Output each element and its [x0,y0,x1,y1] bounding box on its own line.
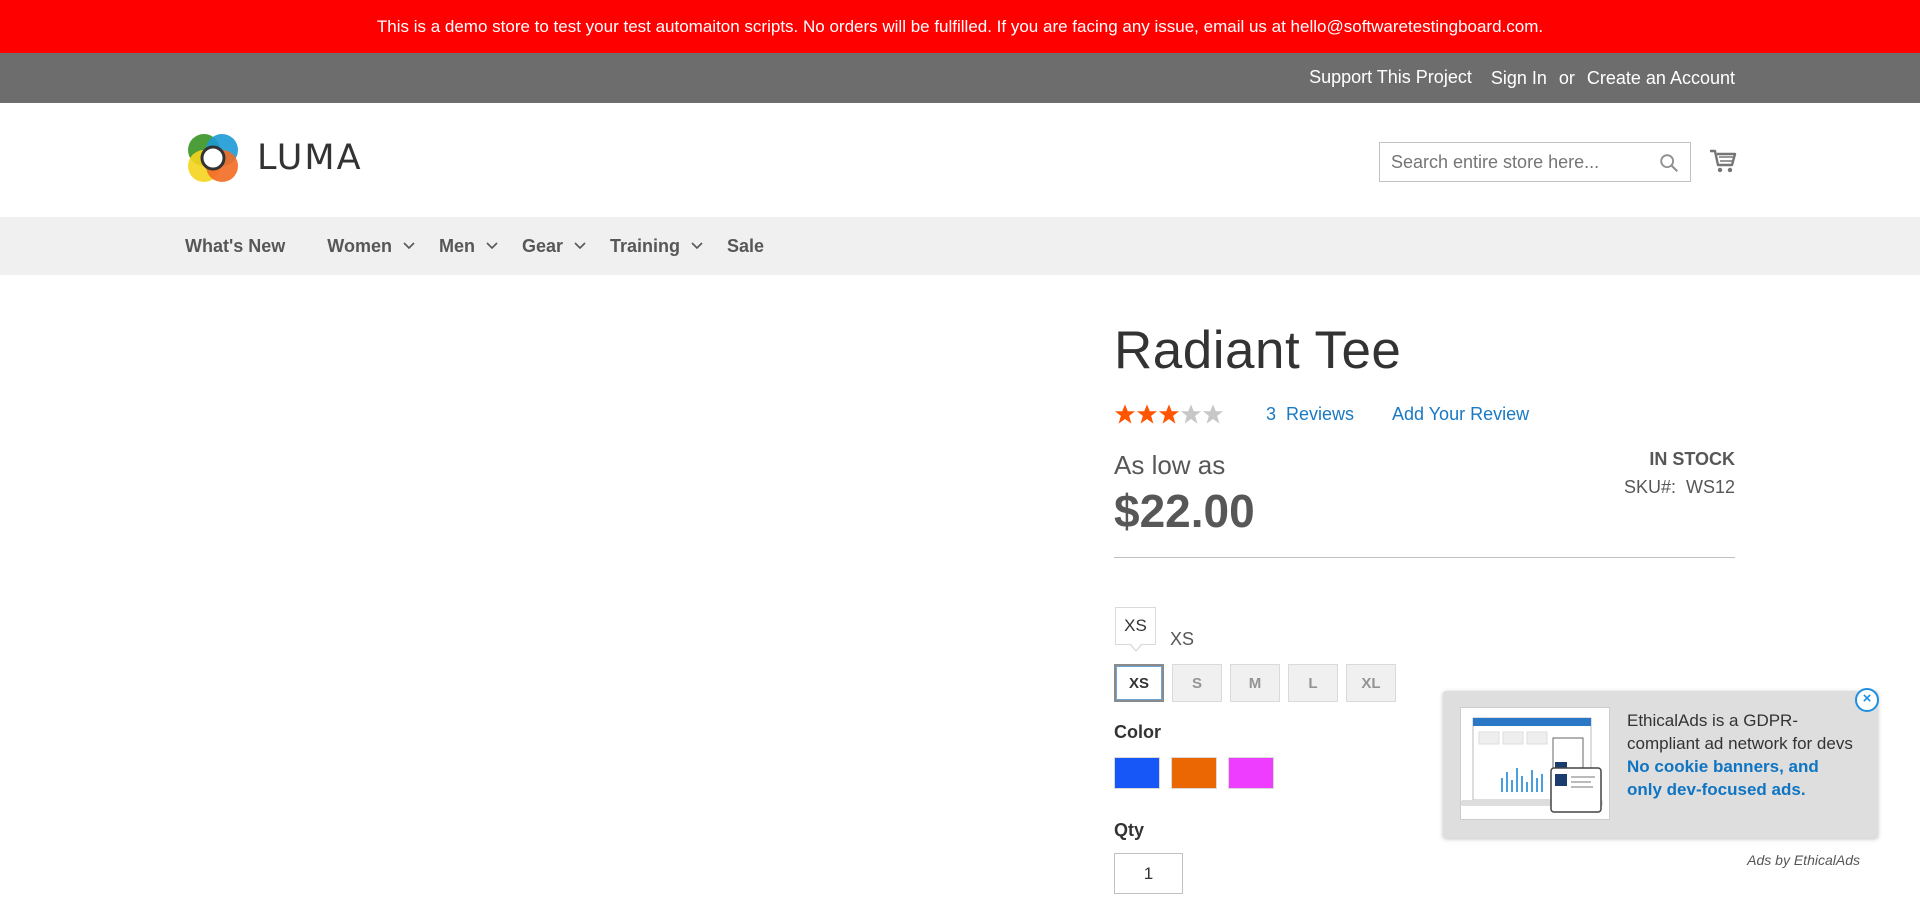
star-icon [1180,404,1202,424]
nav-item-women[interactable]: Women [327,236,416,257]
size-option-l[interactable]: L [1288,664,1338,702]
nav-item-sale[interactable]: Sale [727,236,764,257]
size-option-m[interactable]: M [1230,664,1280,702]
nav-label: What's New [185,235,286,256]
star-icon [1136,404,1158,424]
site-header: LUMA [0,103,1920,217]
qty-label: Qty [1114,820,1145,840]
product-price: $22.00 [1114,485,1255,537]
ad-text-plain: EthicalAds is a GDPR-compliant ad networ… [1627,711,1853,753]
star-icon [1158,404,1180,424]
reviews-count: 3 [1266,404,1277,424]
demo-banner-text: This is a demo store to test your test a… [376,16,1544,36]
ads-by-ethicalads[interactable]: Ads by EthicalAds [1747,852,1860,868]
nav-item-men[interactable]: Men [439,236,499,257]
nav-label: Women [327,235,392,256]
chevron-down-icon [691,242,703,250]
product-sku: SKU#: WS12 [1624,477,1735,498]
sign-in-link[interactable]: Sign In [1491,68,1547,89]
luma-logo[interactable]: LUMA [185,130,363,186]
add-review-link[interactable]: Add Your Review [1392,404,1529,425]
selected-size-label: XS [1170,629,1195,649]
ad-text[interactable]: EthicalAds is a GDPR-compliant ad networ… [1627,709,1857,801]
nav-label: Training [610,235,681,256]
nav-item-training[interactable]: Training [610,236,704,257]
size-option-xl[interactable]: XL [1346,664,1396,702]
nav-label: Gear [521,235,563,256]
nav-items: What's New Women Men Gear Training Sale [185,217,806,275]
star-icon [1202,404,1224,424]
nav-label: Men [438,235,475,256]
color-swatch-1[interactable] [1171,757,1217,789]
nav-item-whats-new[interactable]: What's New [185,236,285,257]
product-rating [1114,403,1224,425]
support-project-link[interactable]: Support This Project [1309,67,1472,88]
header-links: Support This Project Sign In or Create a… [1309,53,1735,103]
sku-value: WS12 [1685,477,1735,497]
close-icon[interactable]: × [1855,688,1879,712]
or-separator: or [1558,67,1575,88]
color-swatches [1114,757,1285,789]
panel-header: Support This Project Sign In or Create a… [0,53,1920,103]
sku-label: SKU#: [1623,477,1676,497]
stock-status: IN STOCK [1649,449,1735,469]
chevron-down-icon [486,242,498,250]
search-input[interactable] [1380,143,1650,181]
chevron-down-icon [574,242,586,250]
logo-text: LUMA [257,138,363,178]
size-tooltip: XS [1115,607,1156,645]
ad-dashboard-illustration [1461,717,1603,813]
reviews-label: Reviews [1286,404,1355,424]
size-option-xs[interactable]: XS [1114,664,1164,702]
chevron-down-icon [403,242,415,250]
search-box [1379,142,1691,182]
create-account-link[interactable]: Create an Account [1587,68,1735,89]
tooltip-arrow-inner [1130,643,1142,650]
color-swatch-2[interactable] [1228,757,1274,789]
product-title: Radiant Tee [1114,321,1402,380]
reviews-link[interactable]: 3 Reviews [1266,404,1354,425]
demo-store-banner: This is a demo store to test your test a… [0,0,1920,53]
search-icon[interactable] [1658,152,1680,174]
ethical-ad[interactable]: EthicalAds is a GDPR-compliant ad networ… [1443,691,1878,838]
as-low-as-label: As low as [1114,450,1226,480]
rating-stars [1114,403,1224,425]
color-swatch-0[interactable] [1114,757,1160,789]
shopping-cart-icon[interactable] [1708,145,1738,175]
ad-text-highlight[interactable]: No cookie banners, and only dev-focused … [1627,757,1819,799]
star-icon [1114,404,1136,424]
size-option-s[interactable]: S [1172,664,1222,702]
qty-input[interactable] [1114,853,1183,894]
luma-logo-icon [188,134,238,182]
main-navigation: What's New Women Men Gear Training Sale [0,217,1920,275]
size-options: XS S M L XL [1114,664,1404,702]
divider [1114,557,1735,558]
ad-image[interactable] [1460,707,1610,820]
color-label: Color [1114,722,1161,742]
nav-label: Sale [727,235,765,256]
nav-item-gear[interactable]: Gear [522,236,587,257]
